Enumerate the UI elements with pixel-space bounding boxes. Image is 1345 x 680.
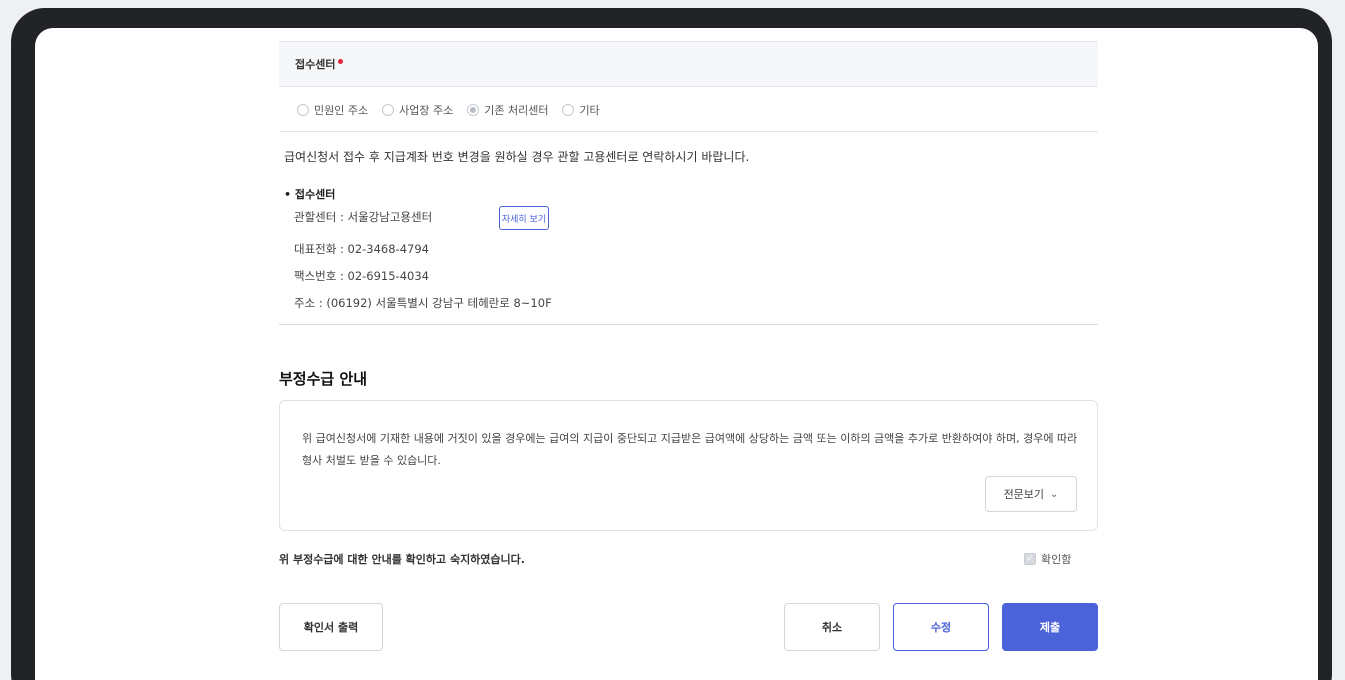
- center-fax: 팩스번호 : 02-6915-4034: [294, 269, 429, 283]
- print-confirmation-button[interactable]: 확인서 출력: [279, 603, 383, 651]
- radio-option-other[interactable]: 기타: [562, 102, 600, 118]
- center-address: 주소 : (06192) 서울특별시 강남구 테헤란로 8~10F: [294, 296, 552, 310]
- fraud-agree-text: 위 부정수급에 대한 안내를 확인하고 숙지하였습니다.: [279, 553, 525, 566]
- checkbox-checked-icon[interactable]: ✓: [1024, 553, 1036, 565]
- account-change-notice: 급여신청서 접수 후 지급계좌 번호 변경을 원하실 경우 관할 고용센터로 연…: [284, 150, 750, 164]
- confirm-checkbox[interactable]: ✓ 확인함: [1024, 551, 1071, 567]
- fraud-section-heading: 부정수급 안내: [279, 370, 368, 388]
- radio-option-existing-center[interactable]: 기존 처리센터: [467, 102, 548, 118]
- view-details-button[interactable]: 자세히 보기: [499, 206, 549, 230]
- required-mark: [338, 59, 344, 64]
- radio-icon[interactable]: [297, 103, 309, 116]
- chevron-down-icon: ⌄: [1050, 488, 1059, 500]
- fraud-notice-box: 위 급여신청서에 기재한 내용에 거짓이 있을 경우에는 급여의 지급이 중단되…: [279, 400, 1098, 531]
- submit-button[interactable]: 제출: [1002, 603, 1098, 651]
- cancel-button[interactable]: 취소: [784, 603, 880, 651]
- fraud-notice-text: 위 급여신청서에 기재한 내용에 거짓이 있을 경우에는 급여의 지급이 중단되…: [302, 432, 1078, 467]
- center-info-title: • 접수센터: [284, 188, 336, 201]
- radio-icon[interactable]: [382, 103, 395, 116]
- section-divider: [279, 324, 1098, 325]
- full-view-button[interactable]: 전문보기 ⌄: [985, 476, 1077, 512]
- receipt-section-header: 접수센터: [279, 41, 1098, 87]
- radio-option-business-address[interactable]: 사업장 주소: [382, 102, 453, 118]
- receipt-section-title: 접수센터: [295, 56, 344, 72]
- receipt-options: 민원인 주소 사업장 주소 기존 처리센터 기타: [279, 88, 1098, 132]
- edit-button[interactable]: 수정: [893, 603, 989, 651]
- jurisdiction-center: 관할센터 : 서울강남고용센터: [294, 210, 433, 224]
- radio-selected-icon[interactable]: [467, 103, 480, 116]
- radio-option-applicant-address[interactable]: 민원인 주소: [297, 102, 368, 118]
- center-phone: 대표전화 : 02-3468-4794: [294, 242, 429, 256]
- radio-icon[interactable]: [562, 103, 575, 116]
